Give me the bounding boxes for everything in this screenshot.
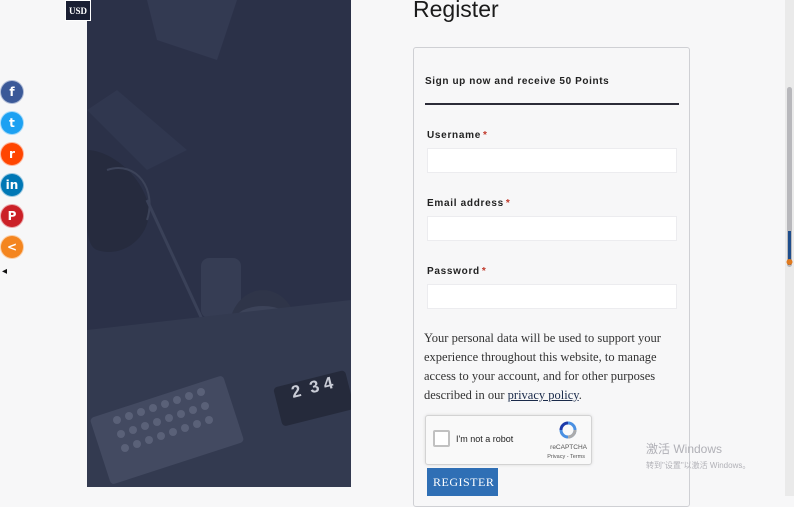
username-label-text: Username (427, 130, 481, 141)
required-marker: * (505, 198, 511, 209)
required-marker: * (482, 130, 488, 141)
recaptcha-brand: reCAPTCHA (550, 444, 587, 451)
reddit-icon[interactable]: r (0, 142, 24, 166)
required-marker: * (481, 266, 487, 277)
linkedin-icon[interactable]: in (0, 173, 24, 197)
register-button[interactable]: REGISTER (427, 468, 498, 496)
currency-switcher[interactable]: USD (65, 0, 91, 21)
username-label: Username * (427, 130, 488, 141)
password-label: Password * (427, 266, 486, 277)
hero-image: 2 3 4 (87, 0, 351, 487)
register-form: Sign up now and receive 50 Points Userna… (413, 47, 690, 507)
email-label-text: Email address (427, 198, 504, 209)
privacy-notice-suffix: . (578, 388, 582, 402)
scroll-position-marker (786, 231, 793, 265)
recaptcha-terms-link[interactable]: Privacy - Terms (547, 454, 585, 460)
twitter-icon[interactable]: t (0, 111, 24, 135)
privacy-notice: Your personal data will be used to suppo… (424, 329, 674, 405)
recaptcha-checkbox[interactable] (433, 430, 450, 447)
recaptcha-logo-icon (559, 421, 577, 439)
share-icon[interactable]: < (0, 235, 24, 259)
facebook-icon[interactable]: f (0, 80, 24, 104)
pinterest-icon[interactable]: P (0, 204, 24, 228)
watermark-title: 激活 Windows (646, 442, 723, 456)
email-label: Email address * (427, 198, 511, 209)
form-subtitle: Sign up now and receive 50 Points (425, 76, 679, 105)
recaptcha-widget: I'm not a robot reCAPTCHA Privacy - Term… (425, 415, 592, 465)
page-scrollbar[interactable] (785, 0, 794, 496)
email-input[interactable] (427, 216, 677, 241)
collapse-arrow-icon[interactable]: ◂ (2, 266, 24, 277)
recaptcha-label: I'm not a robot (456, 434, 514, 444)
password-input[interactable] (427, 284, 677, 309)
watermark-subtitle: 转到"设置"以激活 Windows。 (646, 461, 751, 470)
social-share-bar: f t r in P < ◂ (0, 80, 24, 277)
windows-activation-watermark: 激活 Windows 转到"设置"以激活 Windows。 (646, 440, 750, 471)
privacy-policy-link[interactable]: privacy policy (508, 388, 579, 402)
password-label-text: Password (427, 266, 480, 277)
username-input[interactable] (427, 148, 677, 173)
page-title: Register (413, 0, 499, 22)
desk-photo-illustration (87, 0, 351, 487)
